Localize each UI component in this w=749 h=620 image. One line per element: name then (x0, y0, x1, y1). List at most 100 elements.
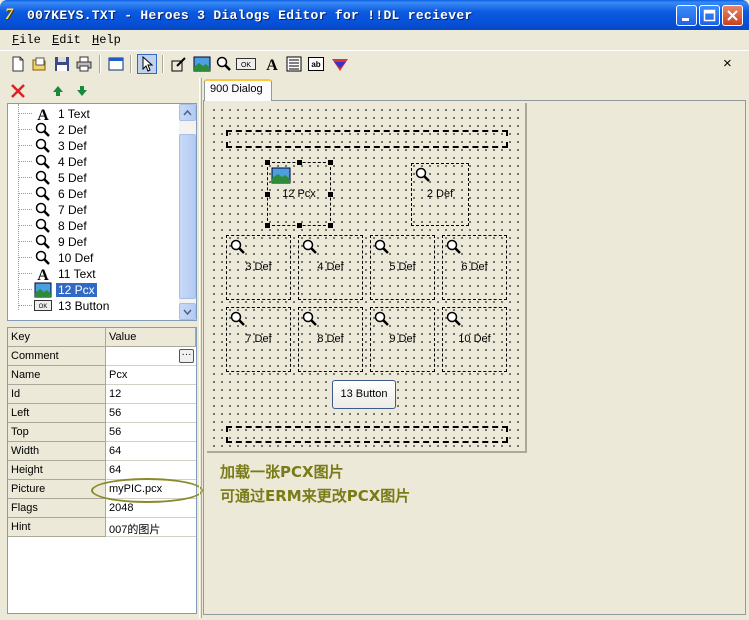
close-document-button[interactable]: × (723, 55, 732, 72)
list-tool-button[interactable] (284, 54, 304, 74)
def-item-2[interactable]: 2 Def (411, 163, 469, 226)
property-row[interactable]: Id 12 (8, 385, 196, 404)
scroll-up-button[interactable] (179, 104, 196, 121)
edit-tool-button[interactable] (169, 54, 189, 74)
delete-icon (11, 84, 25, 98)
app-icon[interactable]: 7 (5, 6, 23, 24)
menu-edit[interactable]: Edit (52, 33, 81, 47)
text-icon: A (34, 266, 52, 284)
magnifier-icon (34, 250, 52, 266)
def-item-label: 7 Def (245, 333, 272, 345)
resize-handle[interactable] (265, 192, 270, 197)
property-row[interactable]: Comment ··· (8, 347, 196, 366)
def-item-10[interactable]: 10 Def (442, 307, 507, 372)
tree-item[interactable]: 3 Def (8, 138, 180, 154)
print-button[interactable] (74, 54, 94, 74)
resize-handle[interactable] (265, 223, 270, 228)
svg-text:A: A (37, 267, 49, 282)
edit-box-tool-button[interactable]: ab (306, 54, 326, 74)
menu-file[interactable]: File (12, 33, 41, 47)
property-value[interactable]: Pcx (106, 366, 196, 385)
scroll-thumb[interactable] (179, 134, 196, 299)
tree-item[interactable]: 5 Def (8, 170, 180, 186)
magnifier-icon (374, 239, 389, 254)
delete-button[interactable] (8, 81, 28, 101)
picture-tool-button[interactable] (192, 54, 212, 74)
move-down-button[interactable] (72, 81, 92, 101)
open-button[interactable] (30, 54, 50, 74)
magnifier-icon (230, 239, 245, 254)
def-item-7[interactable]: 7 Def (226, 307, 291, 372)
def-item-5[interactable]: 5 Def (370, 235, 435, 300)
def-item-6[interactable]: 6 Def (442, 235, 507, 300)
new-button[interactable] (8, 54, 28, 74)
tree-item[interactable]: A 1 Text (8, 106, 180, 124)
tree-item[interactable]: 12 Pcx (8, 282, 180, 298)
tree-item[interactable]: 7 Def (8, 202, 180, 218)
maximize-button[interactable] (699, 5, 720, 26)
button-tool-button[interactable]: OK (236, 54, 256, 74)
property-row[interactable]: Width 64 (8, 442, 196, 461)
highlight-ellipse (91, 478, 203, 503)
effects-tool-button[interactable] (330, 54, 350, 74)
scroll-down-button[interactable] (179, 303, 196, 320)
minimize-button[interactable] (676, 5, 697, 26)
list-icon (286, 56, 302, 72)
move-up-button[interactable] (48, 81, 68, 101)
property-row[interactable]: Hint 007的图片 (8, 518, 196, 537)
ellipsis-button[interactable]: ··· (179, 349, 194, 363)
resize-handle[interactable] (265, 160, 270, 165)
def-item-3[interactable]: 3 Def (226, 235, 291, 300)
button-item-13[interactable]: 13 Button (332, 380, 396, 409)
tree-item[interactable]: 9 Def (8, 234, 180, 250)
resize-handle[interactable] (328, 192, 333, 197)
property-value[interactable]: 12 (106, 385, 196, 404)
def-tool-button[interactable] (214, 54, 234, 74)
tree-connector (18, 241, 32, 242)
property-key: Hint (8, 518, 106, 537)
save-button[interactable] (52, 54, 72, 74)
property-row[interactable]: Top 56 (8, 423, 196, 442)
tree-item[interactable]: OK 13 Button (8, 298, 180, 314)
property-value[interactable]: 64 (106, 442, 196, 461)
def-item-label: 6 Def (461, 261, 488, 273)
resize-handle[interactable] (297, 160, 302, 165)
svg-text:A: A (266, 57, 278, 72)
tree-connector (18, 289, 32, 290)
window-button[interactable] (106, 54, 126, 74)
tree-item[interactable]: 4 Def (8, 154, 180, 170)
resize-handle[interactable] (328, 223, 333, 228)
property-value[interactable]: 56 (106, 404, 196, 423)
text-tool-button[interactable]: A (262, 54, 282, 74)
def-item-8[interactable]: 8 Def (298, 307, 363, 372)
magnifier-icon (446, 239, 461, 254)
def-item-9[interactable]: 9 Def (370, 307, 435, 372)
property-value[interactable]: 007的图片 (106, 518, 196, 537)
resize-handle[interactable] (328, 160, 333, 165)
tree-item[interactable]: A 11 Text (8, 266, 180, 284)
resize-handle[interactable] (297, 223, 302, 228)
text-item-11[interactable] (226, 426, 508, 443)
tree-item[interactable]: 10 Def (8, 250, 180, 266)
text-item-1[interactable] (226, 130, 508, 148)
menu-help[interactable]: Help (92, 33, 121, 47)
tree-scrollbar[interactable] (179, 104, 196, 320)
note-line-2: 可通过ERM来更改PCX图片 (220, 487, 411, 505)
property-row[interactable]: Height 64 (8, 461, 196, 480)
property-row[interactable]: Left 56 (8, 404, 196, 423)
def-item-4[interactable]: 4 Def (298, 235, 363, 300)
panel-splitter[interactable] (199, 78, 202, 618)
close-window-button[interactable] (722, 5, 743, 26)
tree-item[interactable]: 2 Def (8, 122, 180, 138)
tree-item-label: 6 Def (58, 187, 87, 201)
tab-900-dialog[interactable]: 900 Dialog (204, 79, 272, 101)
pointer-tool-button[interactable] (137, 54, 157, 74)
element-tree[interactable]: A 1 Text 2 Def 3 Def 4 Def 5 Def 6 Def 7 Def 8 D… (7, 103, 197, 321)
property-row[interactable]: Name Pcx (8, 366, 196, 385)
window-icon (108, 57, 124, 71)
property-value[interactable]: 56 (106, 423, 196, 442)
tree-item[interactable]: 8 Def (8, 218, 180, 234)
pcx-item-12[interactable]: 12 Pcx (265, 160, 333, 228)
tree-item[interactable]: 6 Def (8, 186, 180, 202)
tree-item-label: 9 Def (58, 235, 87, 249)
